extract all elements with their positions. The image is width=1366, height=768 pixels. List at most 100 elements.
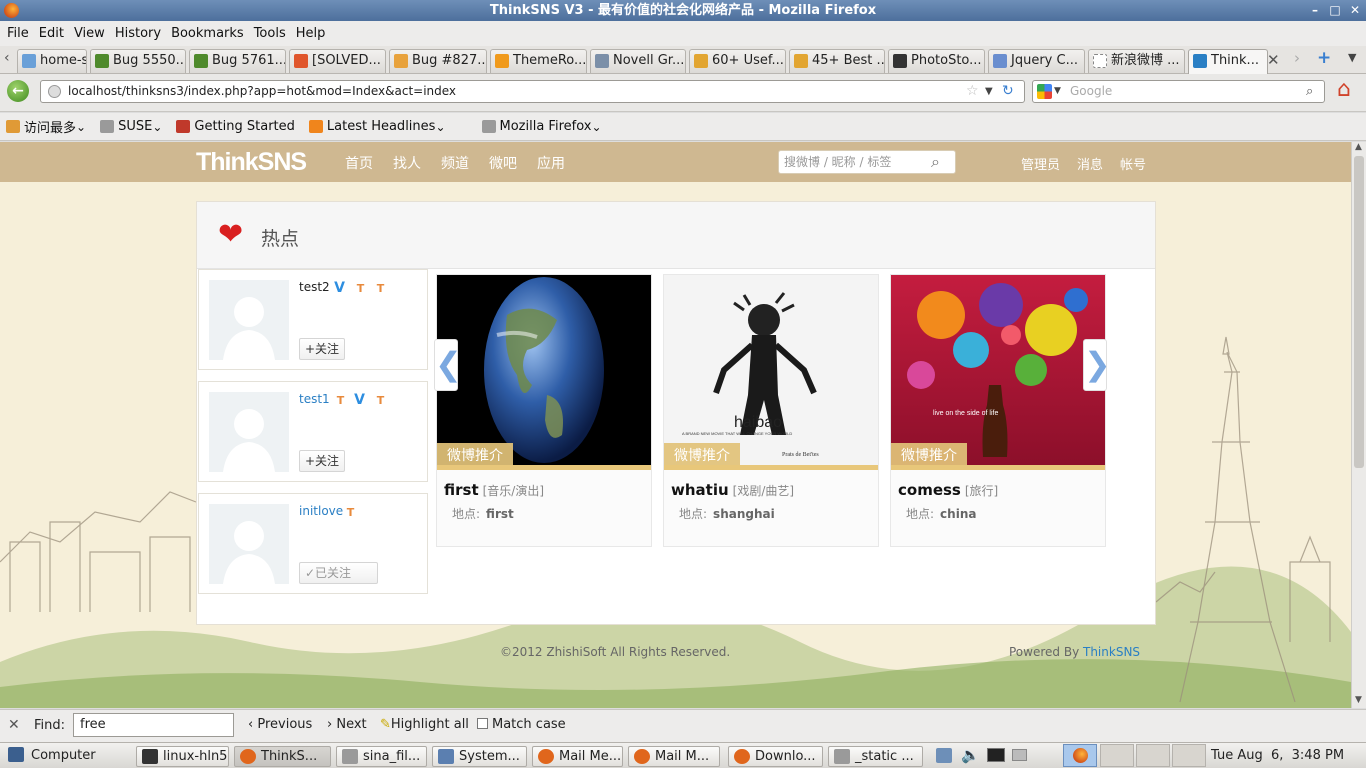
workspace-4[interactable] bbox=[1172, 744, 1206, 767]
browser-tab[interactable]: Bug 5761... bbox=[189, 49, 286, 73]
avatar[interactable] bbox=[209, 280, 289, 360]
close-tab-icon[interactable]: ✕ bbox=[1267, 51, 1280, 69]
username[interactable]: test1 bbox=[299, 392, 330, 406]
site-identity-icon[interactable] bbox=[48, 85, 61, 98]
find-input[interactable]: free bbox=[73, 713, 234, 737]
hot-item[interactable]: haibao A BRAND NEW MOVIE THAT WILL CHANG… bbox=[663, 274, 879, 547]
scroll-down-icon[interactable]: ▼ bbox=[1355, 695, 1362, 705]
nav-apps[interactable]: 应用 bbox=[537, 153, 565, 173]
menu-view[interactable]: View bbox=[69, 26, 110, 41]
workspace-3[interactable] bbox=[1136, 744, 1170, 767]
nav-messages[interactable]: 消息 bbox=[1077, 154, 1103, 173]
scrollbar-thumb[interactable] bbox=[1354, 156, 1364, 468]
browser-tab[interactable]: 60+ Usef... bbox=[689, 49, 786, 73]
avatar[interactable] bbox=[209, 392, 289, 472]
menu-bookmarks[interactable]: Bookmarks bbox=[166, 26, 249, 41]
home-icon[interactable]: ⌂ bbox=[1337, 79, 1351, 101]
taskbar-window-button[interactable]: System... bbox=[432, 746, 527, 767]
tab-list-icon[interactable]: ▼ bbox=[1348, 51, 1356, 64]
earth-image[interactable] bbox=[437, 275, 651, 465]
carousel-prev-icon[interactable]: ❮ bbox=[434, 339, 462, 391]
google-icon[interactable] bbox=[1037, 84, 1052, 99]
username[interactable]: test2 bbox=[299, 280, 330, 294]
bookmark-item[interactable]: Latest Headlines ⌄ bbox=[303, 119, 446, 134]
follow-button[interactable]: +关注 bbox=[299, 338, 346, 360]
browser-tab[interactable]: Jquery C... bbox=[988, 49, 1085, 73]
taskbar-window-button[interactable]: linux-hln5 bbox=[136, 746, 229, 767]
search-engine-box[interactable]: ▼ Google ⌕ bbox=[1032, 80, 1325, 103]
menu-help[interactable]: Help bbox=[291, 26, 331, 41]
item-title[interactable]: comess [旅行] bbox=[898, 481, 998, 499]
nav-find-people[interactable]: 找人 bbox=[393, 153, 421, 173]
tab-scroll-left-icon[interactable]: ‹ bbox=[4, 50, 10, 66]
item-title[interactable]: first [音乐/演出] bbox=[444, 481, 544, 499]
site-search-input[interactable]: 搜微博 / 昵称 / 标签 ⌕ bbox=[778, 150, 956, 174]
powered-link[interactable]: ThinkSNS bbox=[1083, 645, 1140, 659]
volume-icon[interactable]: 🔈 bbox=[961, 746, 980, 764]
browser-tab[interactable]: home-sy... bbox=[17, 49, 87, 73]
browser-tab[interactable]: Bug #827... bbox=[389, 49, 487, 73]
monitor-icon[interactable] bbox=[987, 748, 1005, 762]
taskbar-window-button[interactable]: Downlo... bbox=[728, 746, 823, 767]
poster-image[interactable]: haibao A BRAND NEW MOVIE THAT WILL CHANG… bbox=[664, 275, 878, 465]
taskbar-window-button[interactable]: ThinkS... bbox=[234, 746, 331, 767]
menu-tools[interactable]: Tools bbox=[249, 26, 291, 41]
carousel-next-icon[interactable]: ❯ bbox=[1083, 339, 1111, 391]
browser-tab[interactable]: ThemeRo... bbox=[490, 49, 587, 73]
username[interactable]: initlove bbox=[299, 504, 343, 518]
nav-channel[interactable]: 频道 bbox=[441, 153, 469, 173]
menu-file[interactable]: File bbox=[2, 26, 34, 41]
find-next-button[interactable]: › Next bbox=[327, 717, 367, 732]
bookmark-item[interactable]: SUSE ⌄ bbox=[94, 119, 162, 134]
browser-tab[interactable]: Novell Gr... bbox=[590, 49, 686, 73]
nav-admin[interactable]: 管理员 bbox=[1021, 154, 1060, 173]
coke-poster-image[interactable]: live on the side of life bbox=[891, 275, 1105, 465]
computer-menu[interactable]: Computer bbox=[31, 748, 96, 763]
browser-tab[interactable]: Bug 5550... bbox=[90, 49, 186, 73]
hot-item[interactable]: 微博推介 first [音乐/演出] 地点: first bbox=[436, 274, 652, 547]
url-bar[interactable]: localhost/thinksns3/index.php?app=hot&mo… bbox=[40, 80, 1025, 103]
item-title[interactable]: whatiu [戏剧/曲艺] bbox=[671, 481, 794, 499]
nav-account[interactable]: 帐号 bbox=[1120, 154, 1146, 173]
browser-tab[interactable]: Think... bbox=[1188, 49, 1268, 75]
taskbar-window-button[interactable]: _static ... bbox=[828, 746, 923, 767]
bookmark-item[interactable]: Getting Started bbox=[170, 119, 295, 134]
taskbar-window-button[interactable]: sina_fil... bbox=[336, 746, 427, 767]
site-logo[interactable]: ThinkSNS bbox=[196, 148, 307, 177]
workspace-2[interactable] bbox=[1100, 744, 1134, 767]
workspace-1[interactable] bbox=[1063, 744, 1097, 767]
search-magnifier-icon[interactable]: ⌕ bbox=[1306, 81, 1313, 102]
url-dropdown-icon[interactable]: ▼ bbox=[985, 81, 993, 102]
printer-icon[interactable] bbox=[1012, 749, 1027, 761]
bookmark-star-icon[interactable]: ☆ bbox=[966, 81, 979, 102]
followed-button[interactable]: ✓已关注 bbox=[299, 562, 378, 584]
menu-edit[interactable]: Edit bbox=[34, 26, 69, 41]
page-scrollbar[interactable]: ▲ ▼ bbox=[1351, 142, 1366, 708]
search-icon[interactable]: ⌕ bbox=[931, 151, 940, 173]
taskbar-window-button[interactable]: Mail M... bbox=[628, 746, 720, 767]
browser-tab[interactable]: 新浪微博 ... bbox=[1088, 49, 1185, 73]
network-icon[interactable] bbox=[936, 748, 952, 763]
clock[interactable]: Tue Aug 6, 3:48 PM bbox=[1211, 748, 1344, 763]
minimize-button[interactable]: – bbox=[1306, 2, 1324, 19]
bookmark-item[interactable]: 访问最多 ⌄ bbox=[0, 117, 86, 136]
taskbar-window-button[interactable]: Mail Me... bbox=[532, 746, 623, 767]
back-button-icon[interactable]: ← bbox=[7, 80, 29, 102]
maximize-button[interactable]: □ bbox=[1326, 2, 1344, 19]
highlight-all-button[interactable]: ✎Highlight all bbox=[380, 717, 469, 732]
close-findbar-icon[interactable]: ✕ bbox=[8, 717, 20, 733]
bookmark-item[interactable]: Mozilla Firefox ⌄ bbox=[476, 119, 602, 134]
browser-tab[interactable]: PhotoSto... bbox=[888, 49, 985, 73]
nav-home[interactable]: 首页 bbox=[345, 153, 373, 173]
find-previous-button[interactable]: ‹ Previous bbox=[248, 717, 312, 732]
match-case-checkbox[interactable]: Match case bbox=[477, 717, 566, 732]
nav-weiba[interactable]: 微吧 bbox=[489, 153, 517, 173]
search-engine-dropdown-icon[interactable]: ▼ bbox=[1054, 81, 1061, 102]
follow-button[interactable]: +关注 bbox=[299, 450, 346, 472]
scroll-up-icon[interactable]: ▲ bbox=[1355, 142, 1362, 152]
close-window-button[interactable]: ✕ bbox=[1346, 2, 1364, 19]
new-tab-icon[interactable]: + bbox=[1317, 48, 1331, 68]
reload-icon[interactable]: ↻ bbox=[1002, 81, 1014, 102]
avatar[interactable] bbox=[209, 504, 289, 584]
hot-item[interactable]: live on the side of life 微博推介 comess [旅行]… bbox=[890, 274, 1106, 547]
